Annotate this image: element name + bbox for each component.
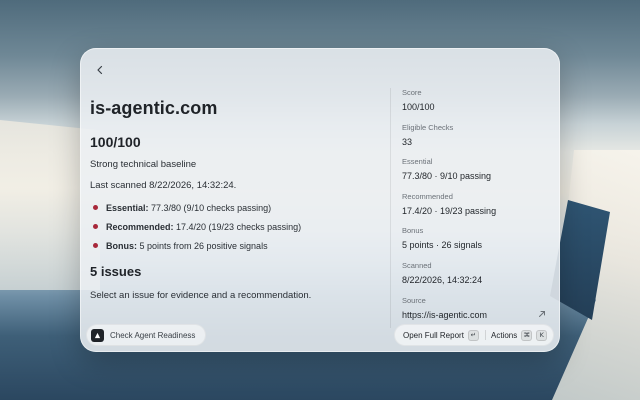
detail-label: Bonus (402, 226, 424, 236)
arrow-up-right-icon[interactable] (538, 310, 546, 321)
command-key-hint: ⌘ (521, 329, 533, 341)
score-heading: 100/100 (90, 134, 141, 150)
extension-window: is-agentic.com 100/100 Strong technical … (80, 48, 560, 352)
detail-value: 17.4/20 · 19/23 passing (402, 205, 497, 216)
bullet-label: Essential: (106, 203, 149, 213)
detail-recommended: Recommended 17.4/20 · 19/23 passing (402, 192, 552, 227)
issues-heading: 5 issues (90, 264, 142, 279)
k-key-hint: K (536, 329, 548, 341)
summary-text: Strong technical baseline (90, 159, 197, 170)
list-item: Essential: 77.3/80 (9/10 checks passing) (92, 202, 301, 221)
domain-title: is-agentic.com (90, 98, 218, 118)
detail-value: 8/22/2026, 14:32:24 (402, 274, 483, 285)
detail-value: 100/100 (402, 102, 435, 112)
detail-eligible-checks: Eligible Checks 33 (402, 123, 552, 158)
open-full-report-button[interactable]: Open Full Report ↵ (403, 324, 479, 346)
detail-value: 33 (402, 136, 413, 147)
detail-bonus: Bonus 5 points · 26 signals (402, 226, 552, 261)
command-chip[interactable]: Check Agent Readiness (86, 324, 206, 346)
triangle-logo-icon (91, 328, 104, 342)
detail-label: Essential (402, 157, 433, 167)
actions-button[interactable]: Actions ⌘ K (491, 324, 548, 346)
detail-essential: Essential 77.3/80 · 9/10 passing (402, 157, 552, 192)
last-scanned-text: Last scanned 8/22/2026, 14:32:24. (90, 180, 237, 191)
list-item: Recommended: 17.4/20 (19/23 checks passi… (92, 221, 301, 240)
back-button[interactable] (90, 60, 110, 80)
detail-value: 77.3/80 · 9/10 passing (402, 171, 492, 182)
detail-value: 5 points · 26 signals (402, 240, 483, 251)
detail-label: Scanned (402, 260, 432, 270)
list-item: Bonus: 5 points from 26 positive signals (92, 240, 301, 259)
bullet-text: 5 points from 26 positive signals (137, 241, 268, 251)
bullet-label: Bonus: (106, 241, 137, 251)
panel-divider (390, 88, 391, 328)
return-key-hint: ↵ (467, 329, 479, 341)
detail-label: Eligible Checks (402, 122, 454, 132)
open-full-report-label: Open Full Report (403, 330, 464, 340)
command-label: Check Agent Readiness (110, 330, 196, 340)
issues-hint: Select an issue for evidence and a recom… (90, 290, 312, 301)
detail-score: Score 100/100 (402, 88, 552, 123)
detail-metadata: Score 100/100 Eligible Checks 33 Essenti… (402, 88, 552, 330)
bullet-text: 77.3/80 (9/10 checks passing) (148, 203, 272, 213)
bullet-label: Recommended: (106, 222, 174, 232)
bullet-text: 17.4/20 (19/23 checks passing) (173, 222, 302, 232)
action-divider (485, 330, 486, 340)
detail-scanned: Scanned 8/22/2026, 14:32:24 (402, 261, 552, 296)
detail-label: Source (402, 295, 426, 305)
detail-label: Score (402, 88, 422, 97)
action-bar: Open Full Report ↵ Actions ⌘ K (394, 324, 554, 346)
score-breakdown-list: Essential: 77.3/80 (9/10 checks passing)… (92, 202, 301, 259)
chevron-left-icon (97, 65, 103, 75)
detail-label: Recommended (402, 191, 453, 201)
actions-label: Actions (491, 330, 518, 340)
